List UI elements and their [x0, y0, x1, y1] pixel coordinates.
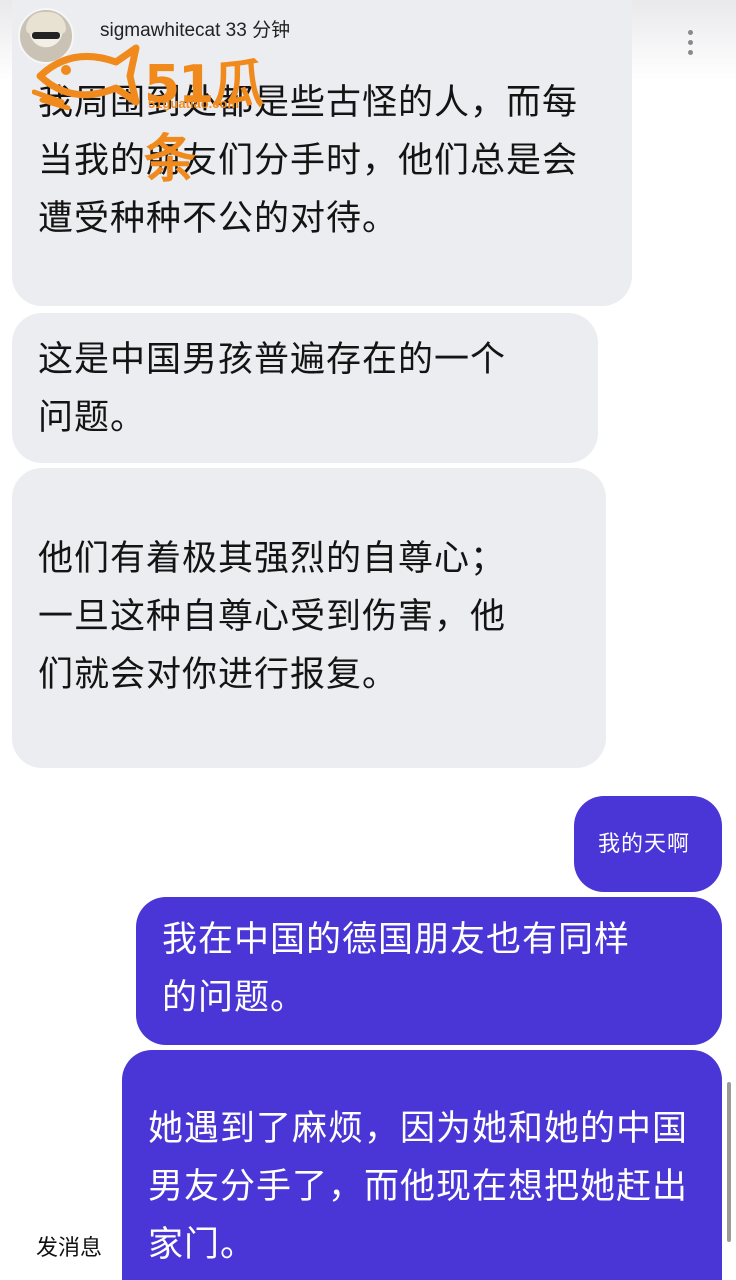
avatar-glasses	[32, 32, 60, 39]
footer-bar: 发消息	[0, 1196, 140, 1280]
message-bubble-received: 他们有着极其强烈的自尊心； 一旦这种自尊心受到伤害，他 们就会对你进行报复。	[12, 468, 606, 768]
watermark-logo-text: 51瓜条	[144, 55, 264, 190]
message-bubble-sent: 我的天啊	[574, 796, 722, 892]
watermark-url: 51guatiao.com	[148, 96, 240, 111]
watermark-logo: 51瓜条 51guatiao.com	[31, 40, 292, 190]
send-message-button[interactable]: 发消息	[36, 1230, 102, 1262]
message-bubble-sent: 我在中国的德国朋友也有同样 的问题。	[136, 897, 722, 1045]
more-options-icon[interactable]	[686, 30, 694, 55]
scrollbar[interactable]	[727, 1082, 731, 1242]
username-and-time[interactable]: sigmawhitecat 33 分钟	[100, 15, 290, 42]
avatar-hair	[26, 12, 66, 34]
message-bubble-received: 这是中国男孩普遍存在的一个 问题。	[12, 313, 598, 463]
fish-logo-icon	[31, 44, 140, 111]
message-bubble-sent: 她遇到了麻烦，因为她和她的中国 男友分手了，而他现在想把她赶出 家门。	[122, 1050, 722, 1280]
